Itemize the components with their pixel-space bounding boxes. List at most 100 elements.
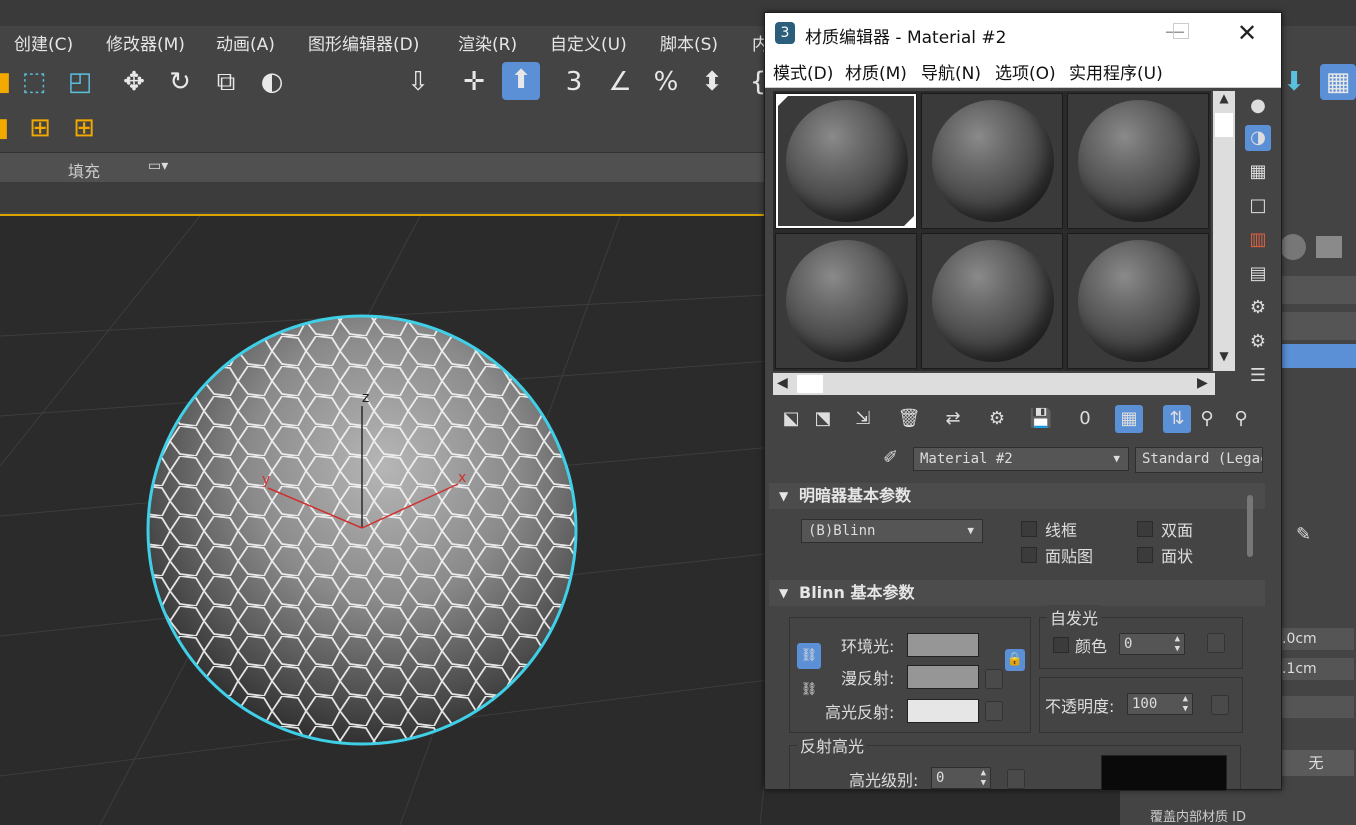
self-illum-spinner[interactable]: 0 ▲ ▼: [1119, 633, 1185, 655]
lock-ambient-diffuse-icon[interactable]: ⛓: [797, 643, 821, 669]
shader-rollout-header[interactable]: ▼ 明暗器基本参数: [769, 483, 1265, 509]
move-icon[interactable]: ✥: [116, 64, 152, 100]
menu-animation[interactable]: 动画(A): [216, 30, 275, 55]
diffuse-map-button[interactable]: [985, 669, 1003, 689]
panel-value-2[interactable]: .1cm: [1278, 658, 1354, 680]
layer-manager-icon[interactable]: ⊞: [22, 110, 58, 146]
make-unique-icon[interactable]: ⇄: [939, 405, 967, 433]
geodesic-sphere[interactable]: [146, 314, 578, 746]
menu-scripting[interactable]: 脚本(S): [660, 30, 718, 55]
rotate-icon[interactable]: ↻: [162, 64, 198, 100]
sample-slot-5[interactable]: [921, 233, 1063, 369]
assign-to-selection-icon[interactable]: ⇲: [849, 405, 877, 433]
hscroll-thumb[interactable]: [797, 375, 823, 393]
ribbon-options-icon[interactable]: ▭▾: [148, 158, 168, 174]
select-by-material-icon[interactable]: ⚙: [1245, 329, 1271, 355]
show-end-result-icon[interactable]: ⇅: [1163, 405, 1191, 433]
diffuse-color-swatch[interactable]: [907, 665, 979, 689]
self-illum-map-button[interactable]: [1207, 633, 1225, 653]
specular-map-button[interactable]: [985, 701, 1003, 721]
delete-icon[interactable]: 🗑: [895, 405, 923, 433]
panel-edit-icon[interactable]: ✎: [1296, 524, 1311, 545]
backlight-icon[interactable]: ◑: [1245, 125, 1271, 151]
panel-selected-row[interactable]: [1280, 344, 1356, 368]
face-map-checkbox[interactable]: [1021, 547, 1037, 563]
self-illum-color-checkbox[interactable]: [1053, 637, 1069, 653]
shader-dropdown[interactable]: (B)Blinn ▼: [801, 519, 983, 543]
blinn-rollout-header[interactable]: ▼ Blinn 基本参数: [769, 580, 1265, 606]
close-icon[interactable]: ✕: [1237, 19, 1257, 47]
maximize-icon[interactable]: [1173, 23, 1189, 39]
background-icon[interactable]: ▦: [1245, 159, 1271, 185]
panel-dropdown[interactable]: [1278, 696, 1354, 718]
lock-icon[interactable]: 🔒: [1005, 649, 1025, 671]
scroll-right-icon[interactable]: ▶: [1197, 375, 1208, 391]
select-manipulate-icon[interactable]: ✛: [456, 64, 492, 100]
panel-field-1[interactable]: [1280, 276, 1356, 304]
ribbon-fill-label[interactable]: 填充: [68, 158, 100, 182]
sample-type-icon[interactable]: ●: [1245, 93, 1271, 119]
scroll-thumb[interactable]: [1215, 113, 1233, 137]
opacity-map-button[interactable]: [1211, 695, 1229, 715]
rollout-scrollbar[interactable]: [1247, 495, 1253, 557]
make-preview-icon[interactable]: ▤: [1245, 261, 1271, 287]
material-map-navigator-icon[interactable]: ☰: [1245, 363, 1271, 389]
sample-slot-3[interactable]: [1067, 93, 1209, 229]
menu-modifiers[interactable]: 修改器(M): [106, 30, 185, 55]
wire-checkbox[interactable]: [1021, 521, 1037, 537]
scale-icon[interactable]: ⧉: [208, 64, 244, 100]
two-sided-checkbox[interactable]: [1137, 521, 1153, 537]
slots-vertical-scrollbar[interactable]: ▲ ▼: [1213, 91, 1235, 371]
layer-add-icon[interactable]: ⊞: [66, 110, 102, 146]
sample-slot-1[interactable]: [775, 93, 917, 229]
get-material-icon[interactable]: ⬕: [777, 405, 805, 433]
eyedropper-icon[interactable]: ✐: [883, 447, 898, 468]
me-menu-navigation[interactable]: 导航(N): [921, 59, 981, 84]
window-crossing-icon[interactable]: ◰: [62, 64, 98, 100]
me-menu-material[interactable]: 材质(M): [845, 59, 907, 84]
video-color-check-icon[interactable]: ▥: [1245, 227, 1271, 253]
options-icon[interactable]: ⚙: [1245, 295, 1271, 321]
sample-slot-2[interactable]: [921, 93, 1063, 229]
panel-none-button[interactable]: 无: [1278, 750, 1354, 776]
lock-diffuse-specular-icon[interactable]: ⛓: [797, 677, 821, 703]
specular-color-swatch[interactable]: [907, 699, 979, 723]
ambient-color-swatch[interactable]: [907, 633, 979, 657]
opacity-spinner[interactable]: 100 ▲ ▼: [1127, 693, 1193, 715]
material-editor-icon[interactable]: ▦: [1320, 64, 1356, 100]
me-menu-modes[interactable]: 模式(D): [773, 59, 833, 84]
scroll-up-icon[interactable]: ▲: [1213, 91, 1235, 111]
panel-monitor-icon[interactable]: [1316, 236, 1342, 258]
panel-field-2[interactable]: [1280, 312, 1356, 340]
scroll-down-icon[interactable]: ▼: [1213, 349, 1235, 369]
slots-horizontal-scrollbar[interactable]: ◀ ▶: [773, 373, 1215, 395]
percent-snap-icon[interactable]: %: [648, 64, 684, 100]
snap-toggle-icon[interactable]: ⬆: [502, 62, 540, 100]
spec-level-spinner[interactable]: 0 ▲ ▼: [931, 767, 991, 789]
save-icon[interactable]: 💾: [1027, 405, 1055, 433]
panel-value-1[interactable]: .0cm: [1278, 628, 1354, 650]
show-shaded-icon[interactable]: ▦: [1115, 405, 1143, 433]
me-menu-utilities[interactable]: 实用程序(U): [1069, 59, 1163, 84]
me-menu-options[interactable]: 选项(O): [995, 59, 1056, 84]
put-to-library-icon[interactable]: ⚙: [983, 405, 1011, 433]
sample-slot-4[interactable]: [775, 233, 917, 369]
spec-level-map-button[interactable]: [1007, 769, 1025, 789]
pivot-icon[interactable]: ⇩: [400, 64, 436, 100]
put-to-scene-icon[interactable]: ⬔: [809, 405, 837, 433]
angle-snap-icon[interactable]: ∠: [602, 64, 638, 100]
menu-rendering[interactable]: 渲染(R): [458, 30, 517, 55]
sample-slot-6[interactable]: [1067, 233, 1209, 369]
material-id-icon[interactable]: 0: [1071, 405, 1099, 433]
spinner-snap-icon[interactable]: ⬍: [694, 64, 730, 100]
snap-3d-icon[interactable]: 3: [556, 64, 592, 100]
scroll-left-icon[interactable]: ◀: [777, 375, 788, 391]
place-icon[interactable]: ◐: [254, 64, 290, 100]
go-to-parent-icon[interactable]: ⚲: [1193, 405, 1221, 433]
material-name-field[interactable]: Material #2 ▼: [913, 447, 1129, 471]
material-type-button[interactable]: Standard (Legac: [1135, 447, 1263, 473]
layer-icon[interactable]: ▮: [0, 110, 20, 146]
menu-customize[interactable]: 自定义(U): [550, 30, 627, 55]
uv-tiling-icon[interactable]: □: [1245, 193, 1271, 219]
faceted-checkbox[interactable]: [1137, 547, 1153, 563]
